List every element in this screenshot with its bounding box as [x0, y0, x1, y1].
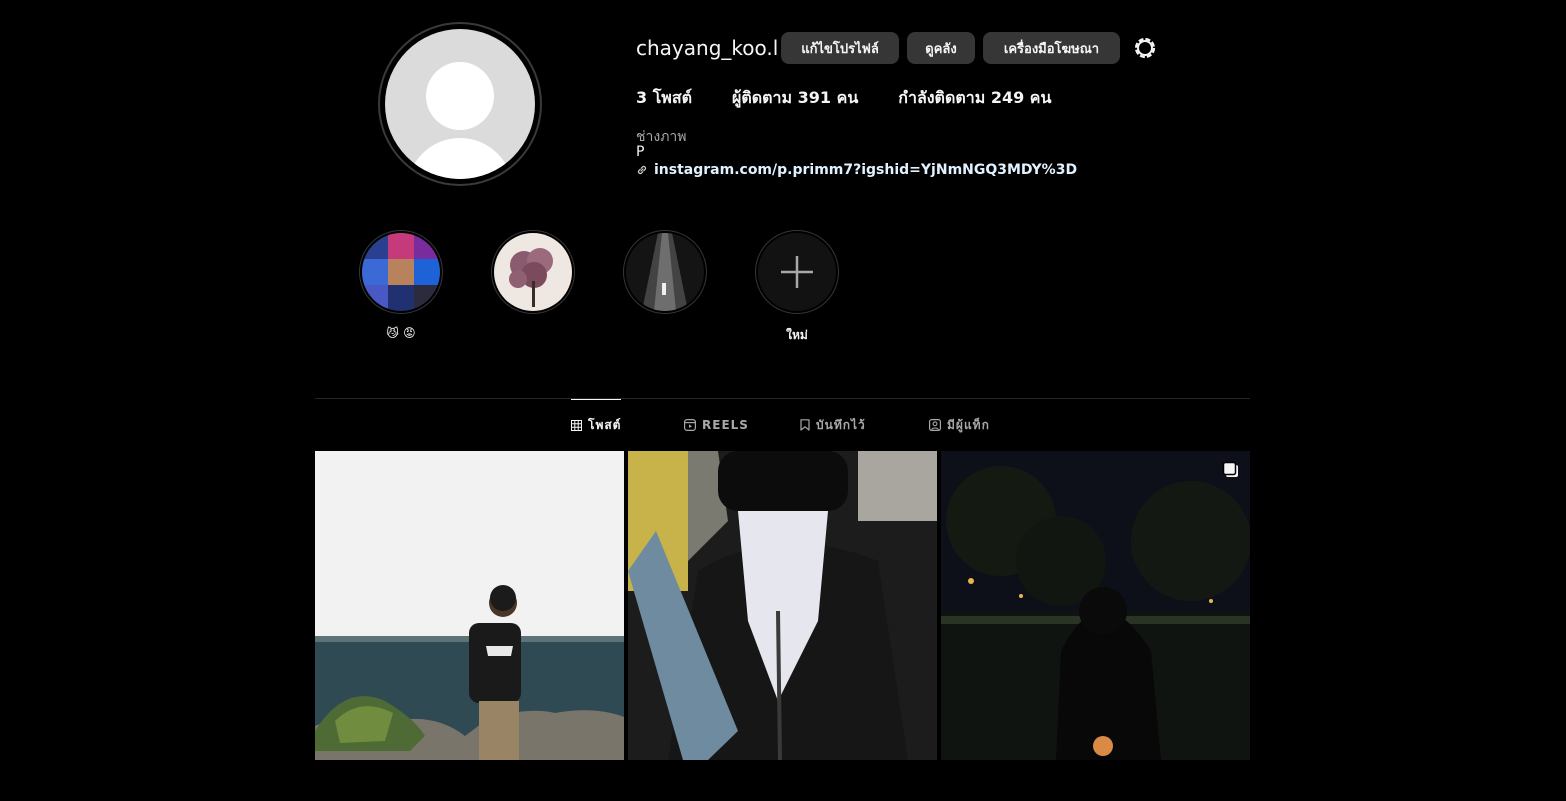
new-highlight-label: ใหม่ — [786, 328, 808, 342]
tabs-divider — [315, 398, 1250, 399]
tab-tagged[interactable]: มีผู้แท็ก — [929, 399, 990, 451]
reels-icon — [684, 419, 696, 431]
tab-reels[interactable]: REELS — [684, 399, 749, 451]
post-thumbnail[interactable] — [628, 451, 937, 760]
new-highlight-button[interactable]: ใหม่ — [755, 230, 839, 342]
followers-count[interactable]: ผู้ติดตาม 391 คน — [732, 86, 858, 111]
bio-link-text: instagram.com/p.primm7?igshid=YjNmNGQ3MD… — [654, 162, 1078, 178]
highlight-item[interactable] — [491, 230, 575, 342]
bio-link[interactable]: instagram.com/p.primm7?igshid=YjNmNGQ3MD… — [636, 162, 1077, 178]
bookmark-icon — [800, 419, 810, 431]
highlight-item[interactable] — [623, 230, 707, 342]
profile-stats: 3 โพสต์ ผู้ติดตาม 391 คน กำลังติดตาม 249… — [636, 86, 1091, 111]
link-icon — [637, 165, 647, 175]
tab-reels-label: REELS — [702, 418, 749, 432]
tab-posts-label: โพสต์ — [588, 418, 622, 432]
tagged-icon — [929, 419, 941, 431]
post-thumbnail[interactable] — [315, 451, 624, 760]
posts-count: 3 โพสต์ — [636, 88, 692, 107]
highlight-cover — [362, 233, 440, 311]
plus-icon — [781, 256, 813, 288]
username: chayang_koo.l — [636, 36, 779, 60]
highlight-cover — [494, 233, 572, 311]
tab-saved-label: บันทึกไว้ — [816, 417, 866, 432]
settings-button[interactable] — [1131, 34, 1159, 62]
tab-tagged-label: มีผู้แท็ก — [947, 417, 990, 432]
profile-avatar[interactable] — [378, 22, 542, 186]
view-archive-button[interactable]: ดูคลัง — [907, 32, 975, 64]
highlight-cover — [626, 233, 704, 311]
tab-posts[interactable]: โพสต์ — [571, 399, 622, 451]
edit-profile-button[interactable]: แก้ไขโปรไฟล์ — [781, 32, 899, 64]
bio-name: P — [636, 144, 645, 160]
carousel-icon — [1222, 461, 1238, 477]
highlight-label: 😼 😡 — [386, 326, 416, 340]
tab-saved[interactable]: บันทึกไว้ — [800, 399, 866, 451]
default-avatar-icon — [385, 29, 535, 179]
gear-icon — [1134, 37, 1156, 59]
post-thumbnail[interactable] — [941, 451, 1250, 760]
highlight-item[interactable]: 😼 😡 — [359, 230, 443, 342]
following-count[interactable]: กำลังติดตาม 249 คน — [898, 86, 1051, 111]
ad-tools-button[interactable]: เครื่องมือโฆษณา — [983, 32, 1120, 64]
grid-icon — [571, 420, 582, 431]
